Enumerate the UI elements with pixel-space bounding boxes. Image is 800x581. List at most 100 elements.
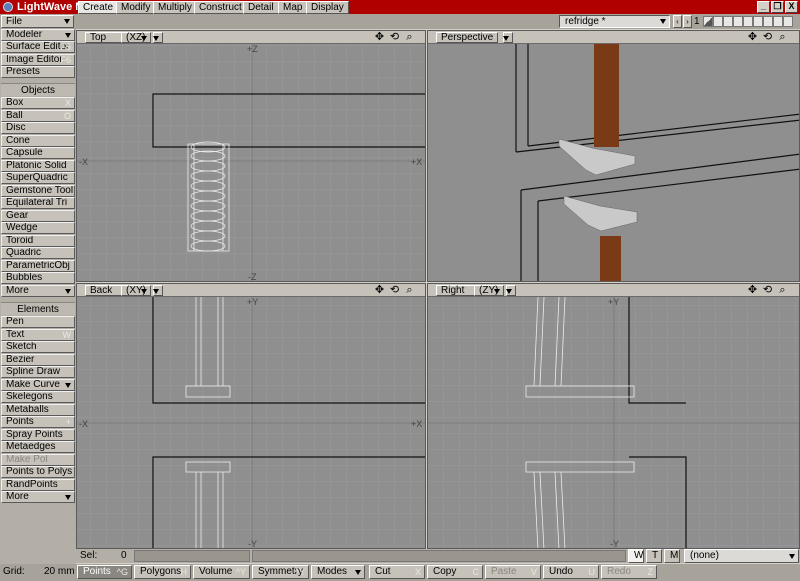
move-icon[interactable]: ✥ xyxy=(746,31,759,44)
move-icon[interactable]: ✥ xyxy=(373,31,386,44)
box-tool-button[interactable]: Box X xyxy=(1,97,75,109)
points-tool-button[interactable]: Points + xyxy=(1,416,75,428)
symmetry-toggle[interactable]: Symmetry ^Y xyxy=(252,565,309,579)
axis-select[interactable]: (XZ) xyxy=(121,32,151,43)
layer-button-3[interactable] xyxy=(723,16,733,27)
t-mode-button[interactable]: T xyxy=(646,549,662,563)
points-mode-button[interactable]: Points ^G xyxy=(77,565,132,579)
disc-tool-button[interactable]: Disc xyxy=(1,122,75,134)
tab-detail[interactable]: Detail xyxy=(243,1,279,14)
layer-button-9[interactable] xyxy=(783,16,793,27)
view-mode-select[interactable] xyxy=(153,285,163,296)
cone-tool-button[interactable]: Cone xyxy=(1,135,75,147)
pen-tool-button[interactable]: Pen xyxy=(1,316,75,328)
maximize-button[interactable]: ❐ xyxy=(771,1,784,13)
wedge-tool-button[interactable]: Wedge xyxy=(1,222,75,234)
layer-button-6[interactable] xyxy=(753,16,763,27)
make-pol-button[interactable]: Make Pol xyxy=(1,454,75,466)
capsule-tool-button[interactable]: Capsule xyxy=(1,147,75,159)
spray-points-button[interactable]: Spray Points xyxy=(1,429,75,441)
view-type-select[interactable]: Perspective xyxy=(436,32,498,43)
view-mode-select[interactable] xyxy=(153,32,163,43)
view-type-select[interactable]: Top xyxy=(85,32,125,43)
m-mode-button[interactable]: M xyxy=(664,549,680,563)
metaballs-button[interactable]: Metaballs xyxy=(1,404,75,416)
tab-create[interactable]: Create xyxy=(78,1,119,14)
layer-button-1[interactable] xyxy=(703,16,713,27)
parametricobj-button[interactable]: ParametricObj xyxy=(1,260,75,272)
tab-map[interactable]: Map xyxy=(278,1,308,14)
ball-tool-button[interactable]: Ball O xyxy=(1,110,75,122)
move-icon[interactable]: ✥ xyxy=(746,284,759,297)
tab-display[interactable]: Display xyxy=(306,1,349,14)
objects-more-menu[interactable]: More xyxy=(1,285,75,297)
layer-button-8[interactable] xyxy=(773,16,783,27)
rotate-icon[interactable]: ⟲ xyxy=(761,31,774,44)
elements-more-menu[interactable]: More xyxy=(1,491,75,503)
randpoints-button[interactable]: RandPoints xyxy=(1,479,75,491)
close-button[interactable]: X xyxy=(785,1,798,13)
toroid-tool-button[interactable]: Toroid xyxy=(1,235,75,247)
w-mode-button[interactable]: W xyxy=(628,549,644,563)
next-object-button[interactable]: › xyxy=(683,15,692,28)
paste-button[interactable]: Paste V xyxy=(485,565,541,579)
gemstone-tool-button[interactable]: Gemstone Tool xyxy=(1,185,75,197)
bezier-tool-button[interactable]: Bezier xyxy=(1,354,75,366)
layer-button-2[interactable] xyxy=(713,16,723,27)
object-selector[interactable]: refridge * xyxy=(559,15,670,28)
zoom-icon[interactable]: ⌕ xyxy=(403,31,416,44)
spline-draw-button[interactable]: Spline Draw xyxy=(1,366,75,378)
view-type-select[interactable]: Back xyxy=(85,285,125,296)
layer-button-4[interactable] xyxy=(733,16,743,27)
volume-mode-button[interactable]: Volume ^Y xyxy=(193,565,250,579)
image-editor-button[interactable]: Image Editor F6 xyxy=(1,54,75,66)
quadric-tool-button[interactable]: Quadric xyxy=(1,247,75,259)
equilateral-tri-button[interactable]: Equilateral Tri xyxy=(1,197,75,209)
rotate-icon[interactable]: ⟲ xyxy=(761,284,774,297)
rotate-icon[interactable]: ⟲ xyxy=(388,31,401,44)
sketch-tool-button[interactable]: Sketch xyxy=(1,341,75,353)
text-tool-button[interactable]: Text W xyxy=(1,329,75,341)
file-menu[interactable]: File xyxy=(1,15,74,28)
gear-tool-button[interactable]: Gear xyxy=(1,210,75,222)
polygons-mode-button[interactable]: Polygons H xyxy=(134,565,191,579)
skelegons-button[interactable]: Skelegons xyxy=(1,391,75,403)
cut-button[interactable]: Cut X xyxy=(369,565,425,579)
metaedges-button[interactable]: Metaedges xyxy=(1,441,75,453)
layer-button-5[interactable] xyxy=(743,16,753,27)
modeler-menu[interactable]: Modeler xyxy=(1,29,75,41)
tab-modify[interactable]: Modify xyxy=(116,1,156,14)
view-mode-select[interactable] xyxy=(506,285,516,296)
view-type-select[interactable]: Right xyxy=(436,285,478,296)
surface-editor-button[interactable]: Surface Editor F5 xyxy=(1,41,75,53)
points-to-polys-button[interactable]: Points to Polys xyxy=(1,466,75,478)
superquadric-button[interactable]: SuperQuadric xyxy=(1,172,75,184)
minimize-button[interactable]: _ xyxy=(757,1,770,13)
presets-button[interactable]: Presets xyxy=(1,66,75,78)
undo-button[interactable]: Undo U xyxy=(543,565,599,579)
viewport-back[interactable]: Back (XY) ✥ ⟲ ⌕ +Y -Y -X +X xyxy=(76,283,426,549)
viewport-top[interactable]: Top (XZ) ✥ ⟲ ⌕ +Z -Z -X +X xyxy=(76,30,426,282)
redo-button[interactable]: Redo Z xyxy=(601,565,657,579)
axis-select[interactable]: (XY) xyxy=(121,285,151,296)
surface-select[interactable]: (none) xyxy=(684,549,799,563)
axis-label: -X xyxy=(79,419,88,429)
layer-button-7[interactable] xyxy=(763,16,773,27)
platonic-solid-button[interactable]: Platonic Solid xyxy=(1,160,75,172)
tab-multiply[interactable]: Multiply xyxy=(153,1,197,14)
viewport-perspective[interactable]: Perspective ✥ ⟲ ⌕ xyxy=(427,30,800,282)
zoom-icon[interactable]: ⌕ xyxy=(776,284,789,297)
rotate-icon[interactable]: ⟲ xyxy=(388,284,401,297)
move-icon[interactable]: ✥ xyxy=(373,284,386,297)
copy-button[interactable]: Copy C xyxy=(427,565,483,579)
modes-menu[interactable]: Modes xyxy=(311,565,365,579)
zoom-icon[interactable]: ⌕ xyxy=(403,284,416,297)
prev-object-button[interactable]: ‹ xyxy=(673,15,682,28)
view-mode-select[interactable] xyxy=(503,32,513,43)
bubbles-tool-button[interactable]: Bubbles xyxy=(1,272,75,284)
tab-construct[interactable]: Construct xyxy=(194,1,247,14)
viewport-right[interactable]: Right (ZY) ✥ ⟲ ⌕ +Y -Y xyxy=(427,283,800,549)
axis-select[interactable]: (ZY) xyxy=(474,285,504,296)
zoom-icon[interactable]: ⌕ xyxy=(776,31,789,44)
make-curve-menu[interactable]: Make Curve xyxy=(1,379,75,391)
